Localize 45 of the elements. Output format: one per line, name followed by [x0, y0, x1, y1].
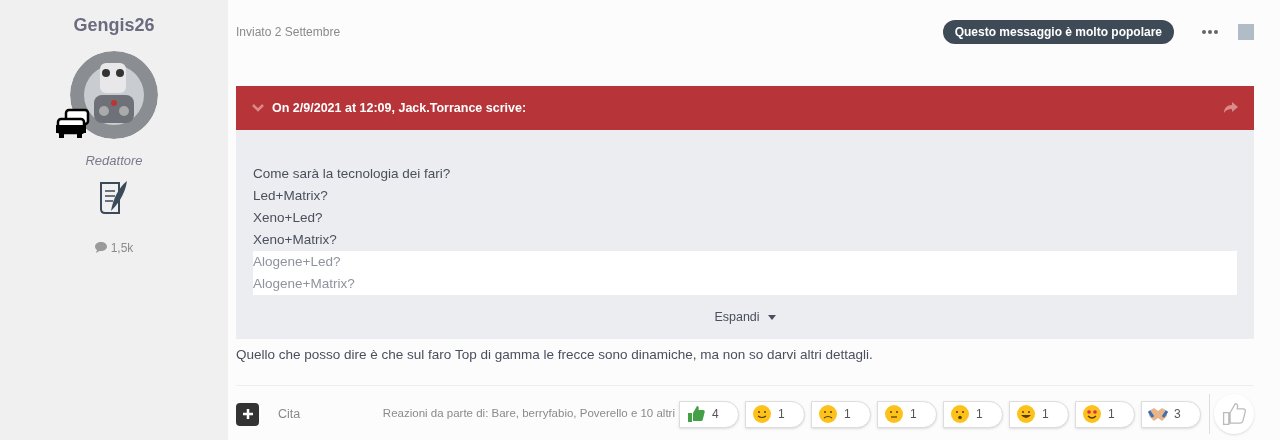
thumbs-up-icon: [686, 404, 706, 424]
reaction-count: 1: [844, 406, 851, 423]
author-name[interactable]: Gengis26: [73, 12, 155, 39]
laugh-emoji-icon: [1016, 404, 1036, 424]
reaction-chip[interactable]: 1: [1009, 400, 1069, 428]
post-body: Quello che posso dire è che sul faro Top di gamma le frecce sono dinamiche, ma non so darvi altri dettagli.: [236, 346, 874, 364]
chevron-down-icon[interactable]: [252, 104, 264, 112]
more-options-icon[interactable]: [1202, 30, 1218, 34]
surprised-emoji-icon: [950, 404, 970, 424]
share-arrow-icon[interactable]: [1224, 102, 1238, 114]
quote-line: Xeno+Matrix?: [253, 231, 338, 249]
reaction-count: 4: [712, 406, 719, 423]
select-checkbox[interactable]: [1238, 24, 1254, 40]
caret-icon: [767, 314, 776, 320]
reaction-count: 1: [910, 406, 917, 423]
reaction-chip[interactable]: 1: [811, 400, 871, 428]
author-role: Redattore: [85, 152, 143, 170]
reaction-chip[interactable]: 1: [943, 400, 1003, 428]
reaction-count: 1: [1108, 406, 1115, 423]
post-date: Inviato 2 Settembre: [236, 24, 341, 41]
quote-link[interactable]: Cita: [278, 404, 301, 424]
multiquote-button[interactable]: [236, 402, 259, 426]
popular-badge: Questo messaggio è molto popolare: [942, 20, 1174, 44]
reaction-chip[interactable]: 3: [1141, 400, 1201, 428]
reaction-count: 1: [976, 406, 983, 423]
speech-bubble-icon: [94, 242, 107, 253]
reaction-chip[interactable]: 1: [877, 400, 937, 428]
reaction-chip[interactable]: 4: [679, 400, 739, 428]
post-count: 1,5k: [110, 239, 134, 257]
sad-emoji-icon: [818, 404, 838, 424]
quote-line: Led+Matrix?: [253, 187, 329, 205]
thumbs-up-icon: [1221, 401, 1247, 427]
quote-attribution: On 2/9/2021 at 12:09, Jack.Torrance scrive:: [272, 99, 527, 117]
plus-icon: [242, 409, 253, 419]
expand-button[interactable]: Espandi: [714, 307, 776, 327]
quote-line: Xeno+Led?: [253, 209, 324, 227]
quote-line: Come sarà la tecnologia dei fari?: [253, 165, 452, 183]
reaction-chip[interactable]: 1: [745, 400, 805, 428]
reaction-chip[interactable]: 1: [1075, 400, 1135, 428]
reactions-summary[interactable]: Reazioni da parte di: Bare, berryfabio, Poverello e 10 altri: [382, 405, 675, 423]
reaction-count: 1: [778, 406, 785, 423]
reaction-count: 3: [1174, 406, 1181, 423]
reaction-count: 1: [1042, 406, 1049, 423]
love-emoji-icon: [1082, 404, 1102, 424]
react-button[interactable]: [1214, 394, 1254, 434]
